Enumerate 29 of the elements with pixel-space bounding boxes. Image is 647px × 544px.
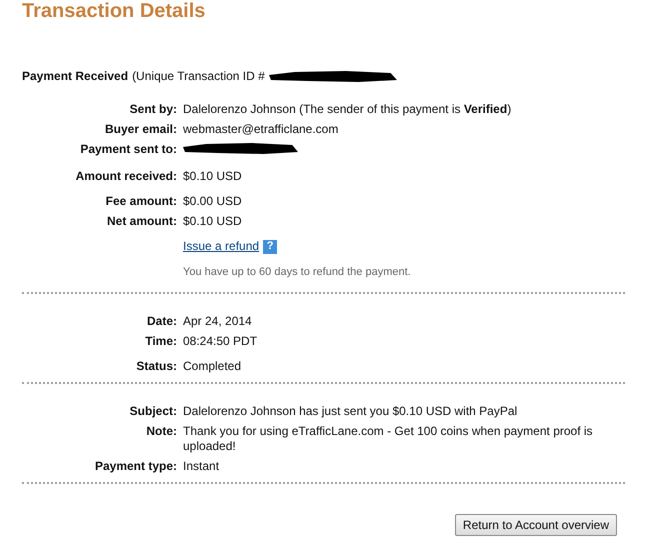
return-button[interactable]: Return to Account overview: [454, 514, 617, 536]
field-value: Dalelorenzo Johnson (The sender of this payment is Verified): [183, 102, 512, 117]
field-label: Sent by:: [128, 102, 177, 117]
field-value: Completed: [183, 359, 242, 374]
field-value: webmaster@etrafficlane.com: [183, 122, 340, 137]
field-label: Subject:: [128, 404, 177, 419]
field-label: Payment sent to:: [79, 142, 177, 157]
field-value: 08:24:50 PDT: [183, 334, 258, 349]
field-label: Time:: [144, 334, 177, 349]
refund-link[interactable]: Issue a refund: [183, 239, 260, 253]
field-label: Date:: [146, 314, 177, 329]
field-value: $0.10 USD: [183, 214, 243, 229]
field-label: Fee amount:: [104, 194, 177, 209]
payment-status: Payment Received: [22, 69, 128, 84]
field-value: Instant: [183, 459, 220, 474]
field-label: Note:: [145, 424, 177, 439]
field-value: $0.00 USD: [183, 194, 243, 209]
field-label: Net amount:: [106, 214, 177, 229]
page-title: Transaction Details: [22, 0, 206, 22]
field-label: Status:: [135, 359, 177, 374]
transaction-id-label: (Unique Transaction ID #: [132, 69, 265, 84]
field-label: Payment type:: [94, 459, 177, 474]
field-label: Amount received:: [74, 169, 177, 184]
field-value: $0.10 USD: [183, 169, 243, 184]
field-label: Buyer email:: [104, 122, 177, 137]
refund-hint: You have up to 60 days to refund the payment.: [183, 266, 411, 278]
field-value: Thank you for using eTrafficLane.com - Get 100 coins when payment proof is uploaded!: [183, 424, 594, 454]
field-value: Apr 24, 2014: [183, 314, 253, 329]
field-value: Dalelorenzo Johnson has just sent you $0.10 USD with PayPal: [183, 404, 518, 419]
